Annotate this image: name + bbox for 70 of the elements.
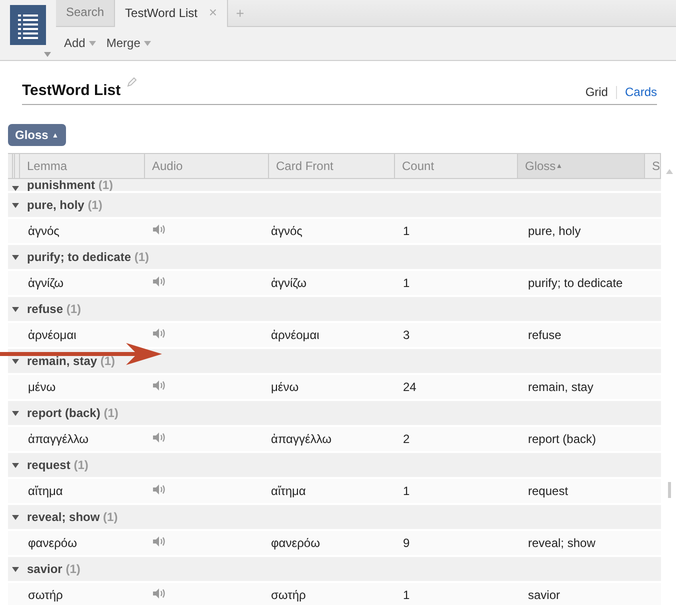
table-cell-text: pure, holy: [527, 224, 582, 238]
scroll-up-icon[interactable]: [666, 169, 672, 174]
table-cell-text: 1: [402, 276, 411, 290]
table-cell-text: ἀρνέομαι: [270, 328, 320, 342]
table-cell-text: ἁγνίζω: [270, 276, 308, 290]
speaker-icon[interactable]: [153, 536, 165, 547]
table-cell-text: 9: [402, 536, 411, 550]
group-row[interactable]: pure, holy (1): [8, 193, 661, 217]
speaker-icon[interactable]: [153, 276, 165, 287]
table-cell-text: purify; to dedicate: [527, 276, 624, 290]
table-cell-text: ἀπαγγέλλω: [27, 432, 90, 446]
list-icon: [10, 5, 46, 45]
caret-icon: [44, 52, 51, 57]
tab[interactable]: TestWord List ×: [115, 0, 228, 27]
caret-icon: [12, 358, 19, 364]
group-row[interactable]: remain, stay (1): [8, 349, 661, 373]
caret-icon: [12, 566, 19, 572]
speaker-icon[interactable]: [153, 432, 165, 443]
speaker-icon[interactable]: [153, 224, 165, 235]
view-link[interactable]: Cards: [624, 85, 657, 99]
list-title: TestWord List: [22, 82, 121, 99]
table-cell-text: report (back): [527, 432, 598, 446]
table-cell-text: αἴτημα: [270, 484, 307, 498]
table-cell-text: savior: [527, 588, 562, 602]
table-cell-text: φανερόω: [27, 536, 78, 550]
scrollbar-thumb[interactable]: [668, 482, 670, 498]
caret-icon: [12, 186, 19, 191]
caret-icon: [12, 514, 19, 520]
menu-button[interactable]: Add: [64, 36, 96, 50]
group-row[interactable]: reveal; show (1): [8, 505, 661, 529]
caret-icon: [12, 254, 19, 260]
speaker-icon[interactable]: [153, 588, 165, 599]
table-cell-text: 3: [402, 328, 411, 342]
table-cell-text: μένω: [270, 380, 300, 394]
table-cell-text: 1: [402, 588, 411, 602]
table-cell-text: ἁγνός: [270, 224, 304, 238]
table-cell-text: 2: [402, 432, 411, 446]
caret-icon: [144, 40, 152, 46]
table-cell-text: refuse: [527, 328, 562, 342]
speaker-icon[interactable]: [153, 484, 165, 495]
caret-icon: [12, 462, 19, 468]
pencil-icon[interactable]: [126, 77, 137, 87]
table-cell-text: 1: [402, 484, 411, 498]
table-cell-text: ἁγνός: [27, 224, 60, 238]
group-row[interactable]: purify; to dedicate (1): [8, 245, 661, 269]
caret-icon: [12, 202, 19, 208]
table-cell-text: ἀπαγγέλλω: [270, 432, 333, 446]
table-cell-text: 24: [402, 380, 418, 394]
table-cell-text: μένω: [27, 380, 57, 394]
table-cell-text: 1: [402, 224, 411, 238]
caret-icon: [89, 40, 96, 46]
table-cell-text: reveal; show: [527, 536, 596, 550]
table-cell-text: ἀρνέομαι: [27, 328, 78, 342]
table-cell-text: αἴτημα: [27, 484, 64, 498]
table-cell-text: σωτήρ: [27, 588, 64, 602]
speaker-icon[interactable]: [153, 328, 165, 339]
table-cell-text: φανερόω: [270, 536, 321, 550]
table-cell-text: σωτήρ: [270, 588, 307, 602]
view-link[interactable]: Grid: [585, 85, 608, 99]
group-row[interactable]: refuse (1): [8, 297, 661, 321]
speaker-icon[interactable]: [153, 380, 165, 391]
table-cell-text: ἁγνίζω: [27, 276, 64, 290]
menu-button[interactable]: Merge: [106, 36, 152, 50]
group-row[interactable]: report (back) (1): [8, 401, 661, 425]
table-cell-text: request: [527, 484, 570, 498]
caret-icon: [12, 410, 19, 416]
group-row[interactable]: savior (1): [8, 557, 661, 581]
table-cell-text: remain, stay: [527, 380, 594, 394]
caret-icon: [12, 306, 19, 312]
group-row[interactable]: request (1): [8, 453, 661, 477]
